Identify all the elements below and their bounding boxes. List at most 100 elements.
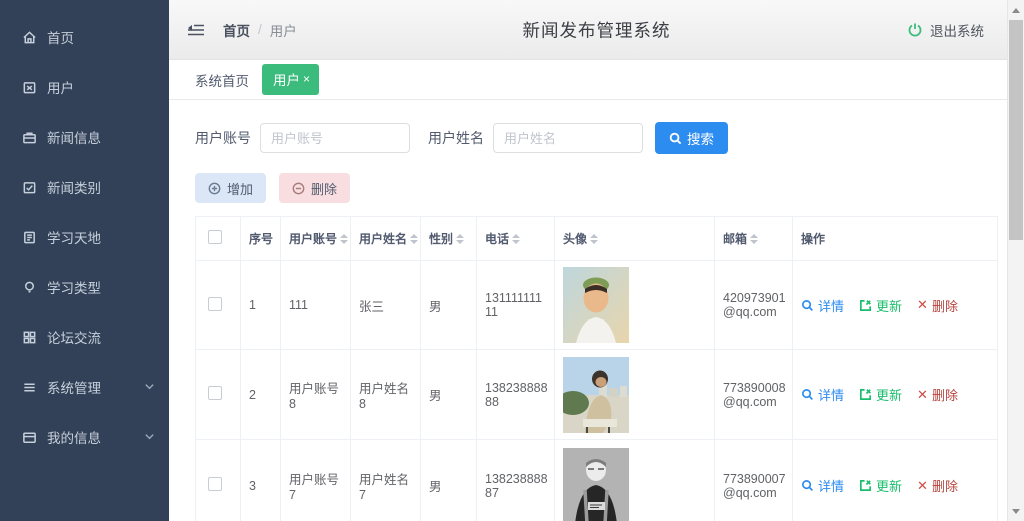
sort-icon[interactable] xyxy=(590,233,599,244)
table-row: 3 用户账号7 用户姓名7 男 13823888887 773890007@qq… xyxy=(195,439,998,521)
sidebar-item-label: 学习类型 xyxy=(47,281,101,296)
account-input[interactable] xyxy=(260,123,410,153)
cell-gender: 男 xyxy=(420,260,477,350)
edit-icon xyxy=(860,480,871,491)
logout-button[interactable]: 退出系统 xyxy=(907,20,984,40)
bulb-icon xyxy=(22,280,37,295)
detail-link[interactable]: 详情 xyxy=(801,476,844,495)
sidebar-item-my-info[interactable]: 我的信息 xyxy=(0,412,169,462)
system-icon xyxy=(22,380,37,395)
cell-index: 1 xyxy=(240,260,281,350)
sidebar-item-news-info[interactable]: 新闻信息 xyxy=(0,112,169,162)
breadcrumb-separator: / xyxy=(258,22,262,37)
scrollbar-thumb[interactable] xyxy=(1009,20,1023,240)
col-actions: 操作 xyxy=(792,216,998,261)
circle-plus-icon xyxy=(208,182,221,194)
magnifier-icon xyxy=(802,299,814,311)
sidebar-item-forum[interactable]: 论坛交流 xyxy=(0,312,169,362)
name-input[interactable] xyxy=(493,123,643,153)
cell-email: 420973901@qq.com xyxy=(714,260,793,350)
tab-users[interactable]: 用户 × xyxy=(262,64,320,95)
delete-link[interactable]: ✕ 删除 xyxy=(917,385,958,404)
cell-avatar xyxy=(554,260,715,350)
delete-link[interactable]: ✕ 删除 xyxy=(917,476,958,495)
logout-label: 退出系统 xyxy=(930,23,984,39)
cell-email: 773890008@qq.com xyxy=(714,349,793,440)
avatar xyxy=(563,447,629,521)
search-button[interactable]: 搜索 xyxy=(655,122,728,154)
cell-email: 773890007@qq.com xyxy=(714,439,793,521)
table-toolbar: 增加 删除 xyxy=(195,173,1024,203)
delete-button[interactable]: 删除 xyxy=(279,173,351,203)
cell-index: 3 xyxy=(240,439,281,521)
forum-icon xyxy=(22,330,37,345)
account-label: 用户账号 xyxy=(195,130,251,146)
cell-avatar xyxy=(554,439,715,521)
news-category-icon xyxy=(22,180,37,195)
power-icon xyxy=(908,23,922,36)
breadcrumb-home[interactable]: 首页 xyxy=(223,20,250,40)
sidebar-item-label: 系统管理 xyxy=(47,381,101,396)
col-email: 邮箱 xyxy=(714,216,793,261)
collapse-sidebar-icon[interactable] xyxy=(185,19,207,41)
sidebar: 首页 用户 新闻信息 新闻类别 学习天地 学习类型 论坛交流 系统管理 我的信息 xyxy=(0,0,169,521)
cell-phone: 13823888887 xyxy=(476,439,555,521)
update-link[interactable]: 更新 xyxy=(859,476,902,495)
detail-link[interactable]: 详情 xyxy=(801,296,844,315)
sort-icon[interactable] xyxy=(456,233,465,244)
cell-gender: 男 xyxy=(420,439,477,521)
select-all-checkbox[interactable] xyxy=(208,230,222,244)
cell-phone: 13823888888 xyxy=(476,349,555,440)
col-avatar: 头像 xyxy=(554,216,715,261)
update-link[interactable]: 更新 xyxy=(859,385,902,404)
add-button[interactable]: 增加 xyxy=(195,173,267,203)
content-area: 用户账号 用户姓名 搜索 增加 删除 xyxy=(169,122,1024,521)
sidebar-item-study-type[interactable]: 学习类型 xyxy=(0,262,169,312)
breadcrumb-current: 用户 xyxy=(269,23,297,39)
avatar xyxy=(563,267,629,343)
sort-icon[interactable] xyxy=(512,233,521,244)
sidebar-item-system-manage[interactable]: 系统管理 xyxy=(0,362,169,412)
x-icon: ✕ xyxy=(917,386,928,402)
row-checkbox[interactable] xyxy=(208,386,222,400)
row-checkbox[interactable] xyxy=(208,477,222,491)
cell-actions: 详情 更新 ✕ 删除 xyxy=(792,439,998,521)
news-icon xyxy=(22,130,37,145)
sort-icon[interactable] xyxy=(750,233,759,244)
scroll-up-arrow[interactable] xyxy=(1008,2,1024,18)
breadcrumb: 首页 / 用户 xyxy=(223,20,297,40)
sidebar-item-news-category[interactable]: 新闻类别 xyxy=(0,162,169,212)
col-index: 序号 xyxy=(240,216,281,261)
sidebar-item-users[interactable]: 用户 xyxy=(0,62,169,112)
cell-actions: 详情 更新 ✕ 删除 xyxy=(792,260,998,350)
search-icon xyxy=(669,132,682,144)
search-form: 用户账号 用户姓名 搜索 xyxy=(195,122,1024,154)
close-icon[interactable]: × xyxy=(303,72,310,86)
tab-bar: 系统首页 用户 × xyxy=(169,60,1024,100)
edit-icon xyxy=(860,299,871,311)
page-title: 新闻发布管理系统 xyxy=(522,20,671,40)
sidebar-item-label: 我的信息 xyxy=(47,431,101,446)
sidebar-item-home[interactable]: 首页 xyxy=(0,12,169,62)
table-row: 2 用户账号8 用户姓名8 男 13823888888 773890008@qq… xyxy=(195,349,998,440)
row-checkbox[interactable] xyxy=(208,296,222,311)
detail-link[interactable]: 详情 xyxy=(801,385,844,404)
cell-avatar xyxy=(554,349,715,440)
magnifier-icon xyxy=(802,389,814,401)
col-phone: 电话 xyxy=(476,216,555,261)
update-link[interactable]: 更新 xyxy=(859,296,902,315)
sidebar-item-label: 新闻类别 xyxy=(47,181,101,196)
x-icon: ✕ xyxy=(917,297,928,312)
sidebar-item-label: 首页 xyxy=(47,31,74,46)
circle-minus-icon xyxy=(292,182,305,194)
sort-icon[interactable] xyxy=(410,233,419,244)
avatar xyxy=(563,356,629,433)
sidebar-item-label: 学习天地 xyxy=(47,231,101,246)
sort-icon[interactable] xyxy=(340,233,349,244)
sidebar-item-study-world[interactable]: 学习天地 xyxy=(0,212,169,262)
scroll-down-arrow[interactable] xyxy=(1008,503,1024,519)
tab-system-home[interactable]: 系统首页 xyxy=(195,70,249,90)
delete-link[interactable]: ✕ 删除 xyxy=(917,296,958,315)
study-icon xyxy=(22,230,37,245)
table-row: 1 111 张三 男 13111111111 420973901@qq.com … xyxy=(195,260,998,350)
